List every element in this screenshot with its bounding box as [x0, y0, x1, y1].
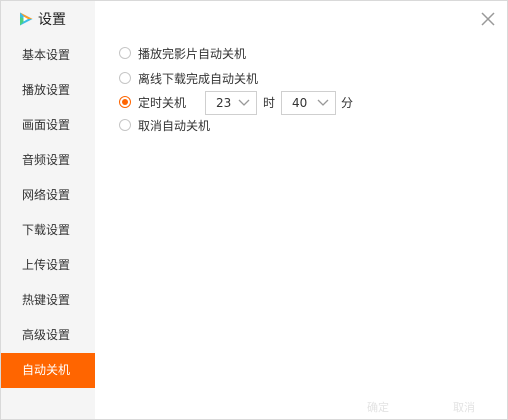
hour-unit-label: 时 — [263, 96, 276, 110]
minute-unit-label: 分 — [341, 96, 354, 110]
sidebar-nav: 基本设置 播放设置 画面设置 音频设置 网络设置 下载设置 上传设置 热键设置 … — [1, 38, 95, 388]
sidebar-item-audio[interactable]: 音频设置 — [1, 143, 95, 178]
radio-cancel-auto-shutdown[interactable] — [119, 119, 131, 131]
close-icon — [481, 12, 495, 26]
title-bar: 设置 — [18, 9, 66, 29]
window-title: 设置 — [38, 12, 66, 28]
sidebar-item-hotkeys[interactable]: 热键设置 — [1, 283, 95, 318]
option-label: 离线下载完成自动关机 — [138, 71, 259, 86]
sidebar-item-network[interactable]: 网络设置 — [1, 178, 95, 213]
sidebar-item-download[interactable]: 下载设置 — [1, 213, 95, 248]
option-cancel-auto-shutdown[interactable]: 取消自动关机 — [119, 115, 210, 135]
radio-after-playback[interactable] — [119, 47, 131, 59]
settings-window: 设置 基本设置 播放设置 画面设置 音频设置 网络设置 下载设置 上传设置 热键… — [0, 0, 508, 420]
option-label: 取消自动关机 — [138, 118, 211, 133]
faded-confirm-text: 确定 — [367, 401, 389, 414]
sidebar-item-picture[interactable]: 画面设置 — [1, 108, 95, 143]
sidebar-item-basic[interactable]: 基本设置 — [1, 38, 95, 73]
chevron-down-icon — [317, 99, 329, 106]
faded-cancel-text: 取消 — [453, 401, 475, 414]
minute-value: 40 — [292, 96, 308, 110]
option-scheduled-shutdown[interactable]: 定时关机 — [119, 92, 186, 112]
hour-value: 23 — [216, 96, 232, 110]
sidebar-item-upload[interactable]: 上传设置 — [1, 248, 95, 283]
close-button[interactable] — [479, 10, 497, 28]
sidebar-item-advanced[interactable]: 高级设置 — [1, 318, 95, 353]
option-label: 定时关机 — [138, 95, 187, 110]
option-label: 播放完影片自动关机 — [138, 46, 247, 61]
hour-select[interactable]: 23 — [205, 91, 257, 115]
sidebar: 设置 基本设置 播放设置 画面设置 音频设置 网络设置 下载设置 上传设置 热键… — [1, 1, 95, 419]
minute-select[interactable]: 40 — [281, 91, 336, 115]
option-after-playback[interactable]: 播放完影片自动关机 — [119, 43, 246, 63]
chevron-down-icon — [238, 99, 250, 106]
radio-after-offline-download[interactable] — [119, 72, 131, 84]
radio-scheduled-shutdown[interactable] — [119, 96, 131, 108]
option-after-offline-download[interactable]: 离线下载完成自动关机 — [119, 68, 258, 88]
sidebar-item-playback[interactable]: 播放设置 — [1, 73, 95, 108]
sidebar-item-auto-shutdown[interactable]: 自动关机 — [1, 353, 95, 388]
video-play-logo-icon — [18, 11, 34, 27]
